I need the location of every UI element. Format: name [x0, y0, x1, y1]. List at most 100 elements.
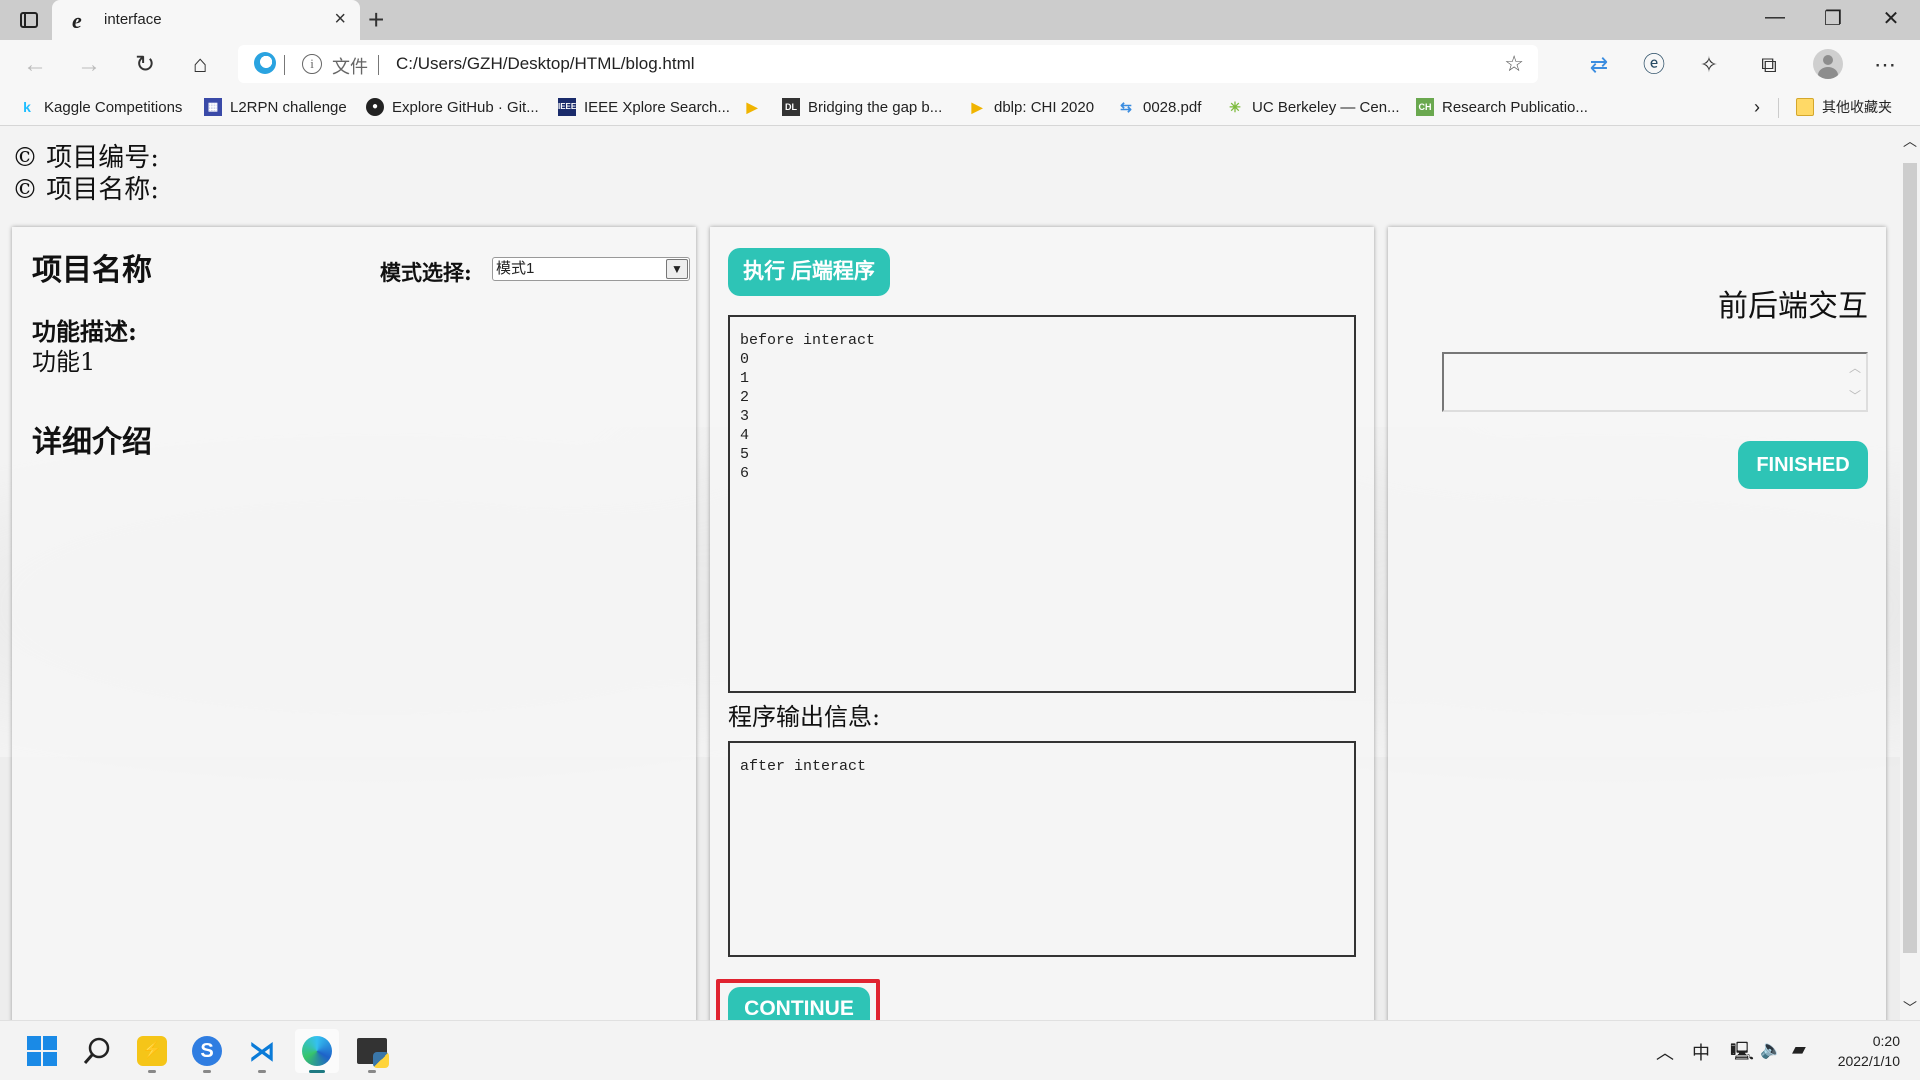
forward-button[interactable]: → — [74, 50, 104, 80]
tab-close-icon[interactable]: × — [334, 8, 346, 31]
detail-intro-title: 详细介绍 — [32, 425, 152, 460]
edge-icon — [302, 1036, 332, 1066]
bookmarks-overflow-chevron-icon[interactable]: › — [1754, 96, 1760, 118]
backend-execution-panel: 执行 后端程序 before interact 0 1 2 3 4 5 6 程序… — [710, 227, 1374, 1020]
tab-actions-icon — [20, 12, 38, 28]
divider — [284, 55, 285, 75]
volume-icon[interactable]: 🔈 — [1760, 1039, 1782, 1060]
battery-icon[interactable]: ▰ — [1792, 1039, 1806, 1060]
mode-select[interactable]: 模式1 ▼ — [492, 257, 690, 281]
bookmarks-bar: k Kaggle Competitions ▦ L2RPN challenge ● E… — [0, 88, 1920, 126]
bookmark-label: Explore GitHub · Git... — [392, 98, 539, 116]
bookmark-item[interactable]: ⇆ 0028.pdf — [1117, 96, 1201, 118]
show-hidden-icons-chevron[interactable]: ︿ — [1656, 1039, 1674, 1065]
l2rpn-icon: ▦ — [204, 98, 222, 116]
minimize-button[interactable]: — — [1750, 6, 1800, 34]
chevron-down-icon[interactable]: ﹀ — [1844, 382, 1866, 410]
acm-dl-icon: DL — [782, 98, 800, 116]
clock-date: 2022/1/10 — [1837, 1053, 1900, 1069]
url-text[interactable]: C:/Users/GZH/Desktop/HTML/blog.html — [396, 54, 695, 74]
scheme-label: 文件 — [332, 57, 368, 77]
taskbar-app-ldplayer[interactable]: ⚡ — [130, 1029, 174, 1073]
restore-button[interactable]: ❐ — [1808, 6, 1858, 34]
ie-icon: e — [72, 8, 82, 33]
sync-extension-icon[interactable]: ⇄ — [1584, 50, 1614, 80]
bookmark-label: Bridging the gap b... — [808, 98, 943, 116]
bookmark-label: 0028.pdf — [1143, 98, 1202, 116]
ime-indicator[interactable]: 中 — [1692, 1039, 1710, 1065]
start-button[interactable] — [20, 1029, 64, 1073]
network-icon[interactable]: 🖳 — [1730, 1039, 1754, 1069]
bookmark-item[interactable]: IEEE IEEE Xplore Search... — [558, 96, 730, 118]
title-bar: e interface × + — ❐ ✕ — [0, 0, 1920, 40]
vscode-icon: ⋊ — [249, 1036, 275, 1066]
extension-e-icon[interactable]: ⓔ — [1639, 50, 1669, 80]
home-button[interactable]: ⌂ — [185, 50, 215, 80]
browser-tab[interactable]: e interface × — [52, 0, 360, 40]
page-scrollbar[interactable]: ︿ ﹀ — [1900, 127, 1920, 1020]
scroll-up-icon[interactable]: ︿ — [1902, 131, 1918, 149]
interaction-title: 前后端交互 — [1718, 289, 1868, 324]
dblp-icon: ▶ — [971, 99, 983, 115]
tab-title: interface — [104, 11, 162, 28]
bookmark-item[interactable]: ✳ UC Berkeley — Cen... — [1226, 96, 1400, 118]
bookmark-item[interactable]: ▶ — [743, 96, 769, 118]
bookmark-item[interactable]: ▦ L2RPN challenge — [204, 96, 347, 118]
interaction-input[interactable]: ︿ ﹀ — [1442, 352, 1868, 412]
add-favorite-icon[interactable]: ☆ — [1504, 51, 1524, 77]
other-bookmarks[interactable]: 其他收藏夹 — [1796, 96, 1892, 118]
tab-actions-button[interactable] — [14, 8, 44, 32]
ie-mode-icon[interactable] — [254, 52, 276, 74]
bookmark-item[interactable]: k Kaggle Competitions — [18, 96, 182, 118]
function-description-value: 功能1 — [32, 348, 96, 376]
divider — [1778, 98, 1779, 118]
chai-icon: CH — [1416, 98, 1434, 116]
interaction-panel: 前后端交互 ︿ ﹀ FINISHED — [1388, 227, 1886, 1020]
extensions-icon[interactable]: ✧ — [1694, 50, 1724, 80]
scrollbar-thumb[interactable] — [1903, 163, 1917, 953]
berkeley-icon: ✳ — [1229, 99, 1241, 115]
project-name-label: © 项目名称: — [12, 175, 160, 205]
pdf-sync-icon: ⇆ — [1120, 99, 1132, 115]
taskbar-app-python[interactable] — [350, 1029, 394, 1073]
chevron-up-icon[interactable]: ︿ — [1844, 354, 1866, 382]
back-button[interactable]: ← — [20, 50, 50, 80]
search-icon — [83, 1037, 110, 1064]
chevron-down-icon[interactable]: ▼ — [666, 259, 688, 279]
continue-button[interactable]: CONTINUE — [728, 987, 870, 1020]
page-content: © 项目编号: © 项目名称: 项目名称 模式选择: 模式1 ▼ 功能描述: 功… — [0, 127, 1900, 1020]
program-output-label: 程序输出信息: — [728, 703, 881, 731]
profile-avatar[interactable] — [1813, 49, 1843, 79]
system-clock[interactable]: 0:20 2022/1/10 — [1838, 1031, 1900, 1071]
bookmark-label: Research Publicatio... — [1442, 98, 1588, 116]
search-button[interactable] — [75, 1029, 119, 1073]
close-window-button[interactable]: ✕ — [1866, 6, 1916, 34]
python-icon — [357, 1038, 389, 1068]
new-tab-button[interactable]: + — [368, 4, 384, 36]
bookmark-item[interactable]: ● Explore GitHub · Git... — [366, 96, 539, 118]
ldplayer-icon: ⚡ — [137, 1036, 167, 1066]
scroll-down-icon[interactable]: ﹀ — [1902, 998, 1918, 1016]
folder-icon — [1796, 98, 1814, 116]
clock-time: 0:20 — [1872, 1033, 1900, 1049]
bookmark-item[interactable]: DL Bridging the gap b... — [782, 96, 942, 118]
program-output-box: after interact — [728, 741, 1356, 957]
bookmark-item[interactable]: CH Research Publicatio... — [1416, 96, 1588, 118]
continue-highlight-box: CONTINUE — [716, 979, 880, 1020]
taskbar-app-vscode[interactable]: ⋊ — [240, 1029, 284, 1073]
bookmark-label: UC Berkeley — Cen... — [1252, 98, 1400, 116]
bookmark-label: Kaggle Competitions — [44, 98, 183, 116]
refresh-button[interactable]: ↻ — [130, 50, 160, 80]
bookmark-item[interactable]: ▶ dblp: CHI 2020 — [968, 96, 1094, 118]
run-backend-button[interactable]: 执行 后端程序 — [728, 248, 890, 296]
info-icon[interactable]: i — [302, 54, 322, 74]
finished-button[interactable]: FINISHED — [1738, 441, 1868, 489]
taskbar-app-edge[interactable] — [295, 1029, 339, 1073]
input-scroll-arrows[interactable]: ︿ ﹀ — [1844, 354, 1866, 410]
address-bar[interactable]: i 文件 C:/Users/GZH/Desktop/HTML/blog.html… — [238, 45, 1538, 83]
sogou-icon: S — [192, 1036, 222, 1066]
taskbar-app-sogou[interactable]: S — [185, 1029, 229, 1073]
more-menu-icon[interactable]: ⋯ — [1870, 50, 1900, 80]
collections-icon[interactable]: ⧉ — [1754, 50, 1784, 80]
windows-logo-icon — [27, 1036, 57, 1066]
